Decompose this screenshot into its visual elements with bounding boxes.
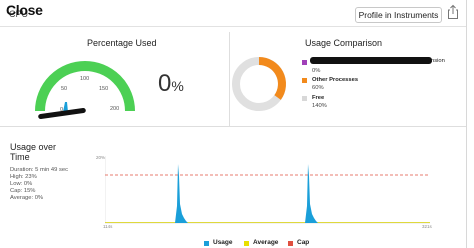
percentage-unit: % — [171, 78, 184, 94]
header-divider — [0, 26, 466, 27]
redacted-app-name — [310, 57, 432, 64]
legend-name-other: Other Processes — [312, 77, 359, 83]
legend-cap-swatch — [288, 241, 293, 246]
legend-name-free: Free — [312, 95, 325, 101]
legend-usage-label: Usage — [213, 239, 233, 246]
usage-timeline-chart — [104, 156, 430, 231]
stat-duration: Duration: 5 min 49 sec — [10, 167, 68, 173]
usage-donut-chart — [229, 54, 289, 119]
legend-swatch-other — [302, 78, 307, 83]
legend-value-free: 140% — [312, 103, 327, 109]
gauge-tick-100: 100 — [80, 76, 90, 82]
legend-swatch-app — [302, 60, 307, 65]
usage-spike-1 — [175, 164, 188, 223]
close-button[interactable]: Close — [6, 2, 43, 18]
gauge-tick-200: 200 — [110, 106, 120, 112]
legend-average-label: Average — [253, 239, 279, 246]
usage-over-time-title-line1: Usage over — [10, 142, 57, 152]
usage-spike-2 — [305, 164, 318, 223]
usage-over-time-title: Usage over Time — [10, 142, 56, 162]
stat-cap: Cap: 15% — [10, 188, 36, 194]
legend-name-suffix: nsion — [431, 58, 445, 64]
legend-usage-swatch — [204, 241, 209, 246]
window-edge — [466, 0, 467, 248]
stat-high: High: 23% — [10, 174, 37, 180]
gauge-tick-150: 150 — [99, 86, 109, 92]
percentage-used-title: Percentage Used — [87, 38, 157, 48]
percentage-number: 0 — [158, 70, 172, 97]
percentage-value: 0% — [158, 70, 184, 98]
legend-value-other: 60% — [312, 85, 324, 91]
y-axis-max-label: 20% — [96, 155, 106, 160]
profile-in-instruments-button[interactable]: Profile in Instruments — [355, 7, 442, 23]
usage-comparison-title: Usage Comparison — [305, 38, 383, 48]
stat-average: Average: 0% — [10, 195, 44, 201]
legend-swatch-free — [302, 96, 307, 101]
stat-low: Low: 0% — [10, 181, 33, 187]
gauge-tick-50: 50 — [61, 86, 68, 92]
legend-cap-label: Cap — [297, 239, 310, 246]
section-divider-horizontal — [0, 126, 466, 127]
legend-value-app: 0% — [312, 68, 321, 74]
share-icon[interactable] — [446, 4, 460, 20]
legend-average-swatch — [244, 241, 249, 246]
usage-over-time-title-line2: Time — [10, 152, 30, 162]
